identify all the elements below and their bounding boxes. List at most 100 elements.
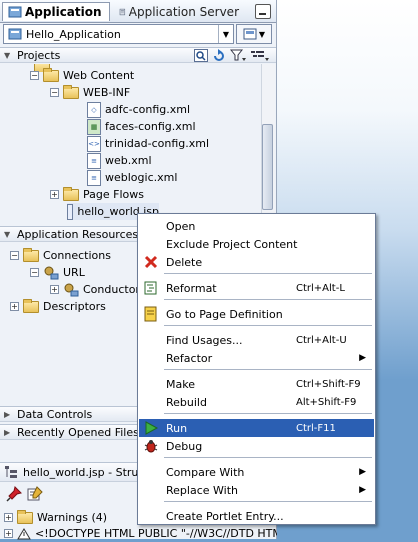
pin-icon[interactable]: [6, 486, 22, 502]
menu-item-delete[interactable]: Delete: [139, 253, 374, 271]
expand-toggle-icon[interactable]: +: [50, 285, 59, 294]
projects-section-header[interactable]: ▼ Projects: [0, 47, 276, 63]
menu-separator: [164, 501, 372, 502]
menu-item-label: Make: [166, 377, 195, 391]
xml-file-icon: ≡: [87, 169, 101, 186]
tree-item-label: Conductor: [83, 283, 140, 296]
folder-icon: [23, 298, 39, 313]
collapse-toggle-icon[interactable]: −: [30, 71, 39, 80]
expand-toggle-icon[interactable]: +: [50, 190, 59, 199]
menu-item-run[interactable]: Run Ctrl-F11: [139, 419, 374, 437]
tree-item-label: Warnings (4): [37, 511, 108, 524]
edit-properties-icon[interactable]: [27, 486, 43, 502]
search-icon[interactable]: [194, 49, 208, 62]
menu-item-replace-with[interactable]: Replace With ▶: [139, 481, 374, 499]
collapse-toggle-icon[interactable]: −: [30, 268, 39, 277]
tab-application[interactable]: Application: [2, 2, 110, 21]
menu-item-shortcut: Alt+Shift-F9: [296, 396, 357, 408]
xml-file-icon: ≡: [87, 152, 101, 169]
navigator-tab-strip: Application Application Server: [0, 0, 276, 23]
tree-item-connections[interactable]: − Connections: [10, 247, 111, 264]
server-icon: [119, 8, 126, 15]
chevron-down-icon: ▼: [258, 29, 266, 39]
tree-item-page-flows[interactable]: + Page Flows: [50, 186, 144, 203]
application-icon: [8, 28, 22, 40]
menu-item-open[interactable]: Open: [139, 217, 374, 235]
menu-separator: [164, 273, 372, 274]
tree-item-weblogic-xml[interactable]: ≡ weblogic.xml: [87, 169, 177, 186]
menu-item-compare-with[interactable]: Compare With ▶: [139, 463, 374, 481]
structure-header-label: hello_world.jsp - Structu: [23, 465, 156, 479]
tree-item-label: web.xml: [105, 154, 152, 167]
expand-toggle-icon[interactable]: +: [10, 302, 19, 311]
tab-application-server[interactable]: Application Server: [114, 2, 244, 21]
tree-item-label: Connections: [43, 249, 111, 262]
menu-item-shortcut: Ctrl+Shift-F9: [296, 378, 361, 390]
reformat-icon: [143, 280, 159, 296]
application-selector[interactable]: Hello_Application ▼: [3, 24, 234, 44]
tree-item-web-content[interactable]: − Web Content: [30, 67, 134, 84]
tree-item-conductor[interactable]: + Conductor: [50, 281, 140, 298]
collapse-triangle-icon: ▼: [4, 50, 11, 60]
page-definition-icon: [143, 306, 159, 322]
structure-icon: [5, 466, 17, 478]
menu-item-rebuild[interactable]: Rebuild Alt+Shift-F9: [139, 393, 374, 411]
folder-icon: [17, 509, 33, 524]
xml-file-icon: ◇: [87, 101, 101, 118]
tree-item-descriptors[interactable]: + Descriptors: [10, 298, 106, 315]
collapse-triangle-icon: ▼: [4, 229, 11, 239]
folder-icon: [23, 247, 39, 262]
expand-triangle-icon: ▶: [4, 427, 11, 437]
menu-separator: [164, 457, 372, 458]
projects-scrollbar-thumb[interactable]: [262, 124, 273, 210]
menu-item-label: Debug: [166, 439, 203, 453]
expand-toggle-icon[interactable]: +: [4, 529, 13, 538]
minimize-button[interactable]: [255, 4, 271, 19]
menu-item-shortcut: Ctrl+Alt-L: [296, 282, 345, 294]
submenu-arrow-icon: ▶: [359, 467, 366, 477]
tree-item-warnings[interactable]: + Warnings (4): [4, 509, 107, 526]
folder-icon: [63, 186, 79, 201]
filter-icon[interactable]: [230, 49, 246, 62]
collapse-toggle-icon[interactable]: −: [10, 251, 19, 260]
tree-item-web-inf[interactable]: − WEB-INF: [50, 84, 130, 101]
menu-item-label: Create Portlet Entry...: [166, 509, 284, 523]
menu-item-find-usages[interactable]: Find Usages... Ctrl+Alt-U: [139, 331, 374, 349]
tree-item-faces-config[interactable]: ▦ faces-config.xml: [87, 118, 196, 135]
menu-separator: [164, 369, 372, 370]
menu-item-label: Find Usages...: [166, 333, 243, 347]
menu-item-reformat[interactable]: Reformat Ctrl+Alt-L: [139, 279, 374, 297]
expand-toggle-icon[interactable]: +: [4, 513, 13, 522]
menu-item-debug[interactable]: Debug: [139, 437, 374, 455]
application-menu-icon: [243, 28, 257, 40]
menu-item-exclude-project-content[interactable]: Exclude Project Content: [139, 235, 374, 253]
tree-item-trinidad-config[interactable]: <> trinidad-config.xml: [87, 135, 209, 152]
menu-item-go-to-page-definition[interactable]: Go to Page Definition: [139, 305, 374, 323]
tree-item-adfc-config[interactable]: ◇ adfc-config.xml: [87, 101, 190, 118]
application-menu-button[interactable]: ▼: [236, 24, 272, 44]
menu-item-label: Compare With: [166, 465, 245, 479]
folder-icon: [43, 67, 59, 82]
menu-item-make[interactable]: Make Ctrl+Shift-F9: [139, 375, 374, 393]
menu-item-refactor[interactable]: Refactor ▶: [139, 349, 374, 367]
chevron-down-icon[interactable]: ▼: [218, 25, 233, 43]
connection-icon: [44, 266, 59, 279]
tree-item-label: adfc-config.xml: [105, 103, 191, 116]
menu-item-label: Run: [166, 421, 188, 435]
menu-item-shortcut: Ctrl-F11: [296, 422, 336, 434]
connection-icon: [64, 283, 79, 296]
tree-item-label: trinidad-config.xml: [105, 137, 210, 150]
menu-separator: [164, 299, 372, 300]
menu-item-label: Go to Page Definition: [166, 307, 283, 321]
tree-item-url[interactable]: − URL: [30, 264, 85, 281]
menu-item-create-portlet-entry[interactable]: Create Portlet Entry...: [139, 507, 374, 525]
tab-application-server-label: Application Server: [128, 4, 239, 19]
tree-item-doctype[interactable]: + <!DOCTYPE HTML PUBLIC "-//W3C//DTD HTM…: [4, 525, 299, 542]
collapse-toggle-icon[interactable]: −: [50, 88, 59, 97]
recently-opened-label: Recently Opened Files: [17, 425, 139, 439]
tree-item-web-xml[interactable]: ≡ web.xml: [87, 152, 152, 169]
refresh-icon[interactable]: [212, 49, 226, 62]
tree-item-label: weblogic.xml: [105, 171, 178, 184]
view-options-icon[interactable]: [250, 49, 270, 62]
delete-icon: [143, 254, 159, 270]
